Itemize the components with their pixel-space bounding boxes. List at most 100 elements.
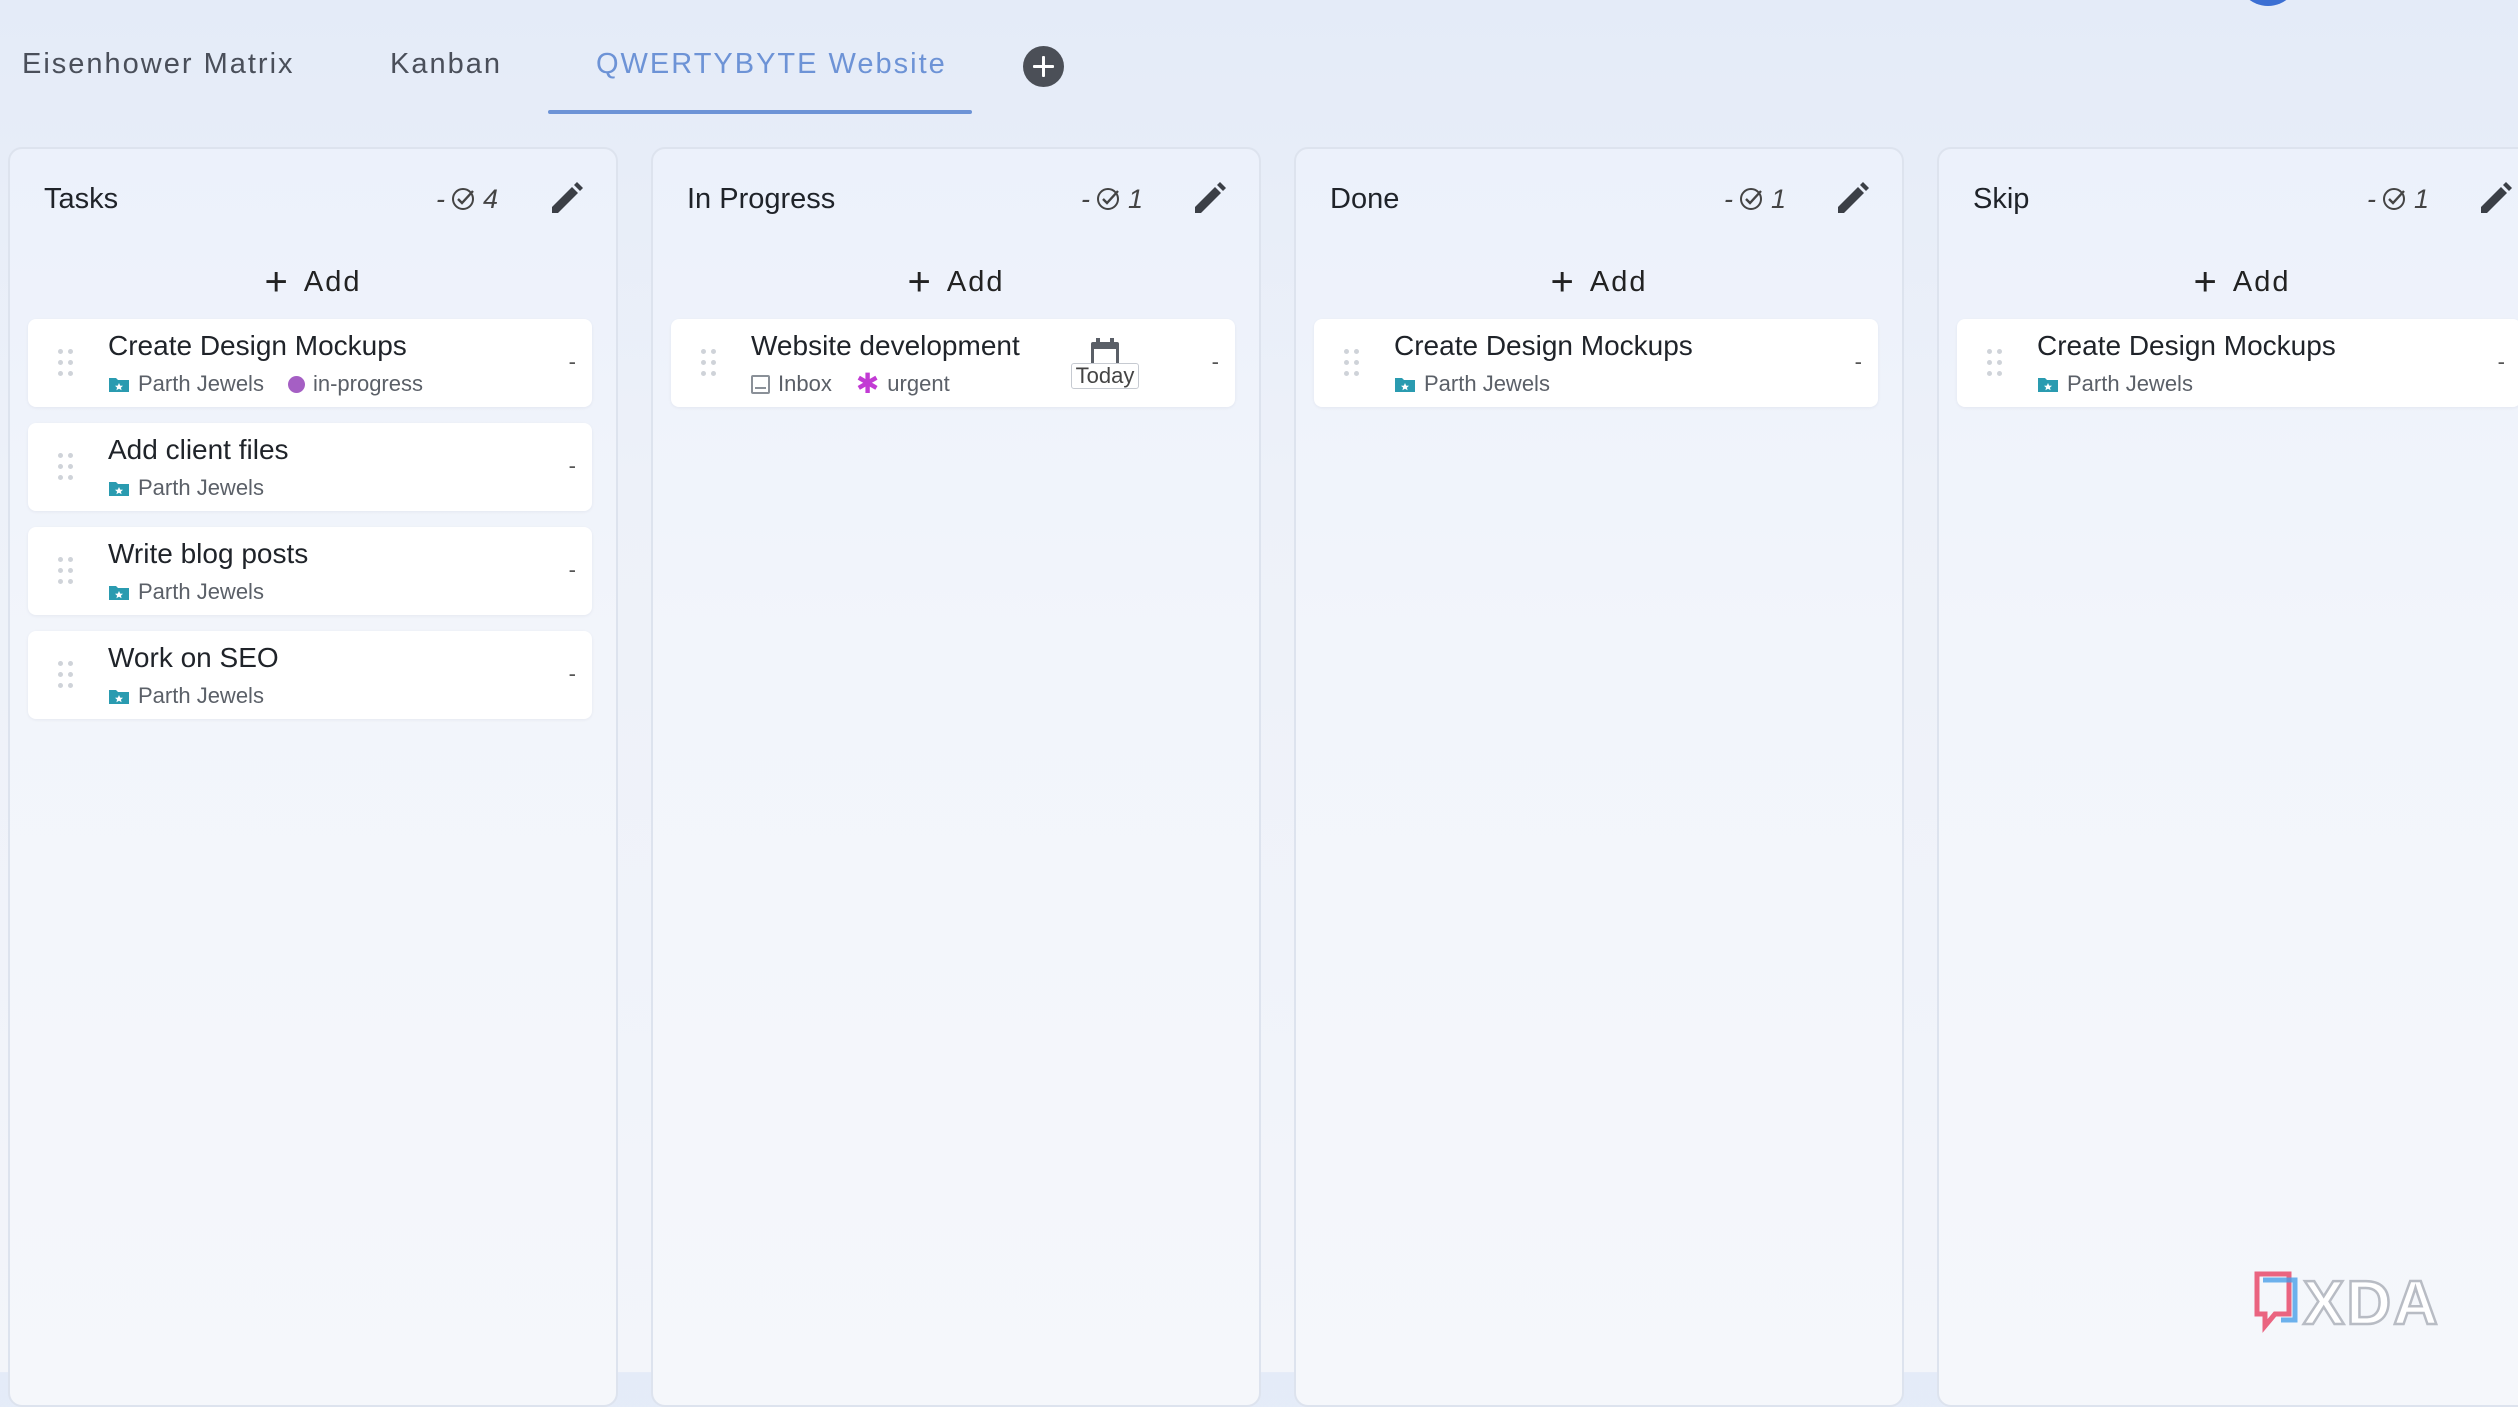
task-meta: Parth Jewels	[1394, 371, 1566, 397]
task-card[interactable]: Create Design Mockups Parth Jewels -	[1314, 319, 1878, 407]
plus-icon: +	[264, 260, 288, 304]
plus-icon: +	[1550, 260, 1574, 304]
task-card[interactable]: Work on SEO Parth Jewels -	[28, 631, 592, 719]
column-task-count: - 1	[1724, 181, 1786, 217]
column-title: Skip	[1973, 183, 2030, 215]
floating-action-button[interactable]	[2237, 0, 2299, 6]
kanban-column-skip: Skip - 1 + Add Create Design Mockups Par…	[1937, 147, 2518, 1407]
task-card[interactable]: Add client files Parth Jewels -	[28, 423, 592, 511]
tag-dot-icon	[287, 375, 305, 393]
drag-handle-icon[interactable]	[58, 557, 74, 585]
column-task-count: - 1	[2367, 181, 2429, 217]
add-task-button[interactable]: + Add	[10, 259, 616, 305]
count-prefix: -	[436, 184, 445, 214]
task-title: Create Design Mockups	[1394, 330, 1693, 361]
tag-label: urgent	[887, 371, 950, 396]
project-folder-icon	[2038, 378, 2058, 392]
plus-icon: +	[2193, 260, 2217, 304]
check-circle-icon	[2383, 188, 2405, 210]
project-name: Parth Jewels	[1424, 371, 1550, 396]
plus-icon: +	[907, 260, 931, 304]
pencil-icon[interactable]	[2475, 179, 2515, 219]
drag-handle-icon[interactable]	[58, 661, 74, 689]
svg-text:XDA: XDA	[2303, 1269, 2440, 1338]
project-name: Parth Jewels	[138, 683, 264, 708]
tab-kanban[interactable]: Kanban	[390, 42, 502, 86]
pencil-icon[interactable]	[1832, 179, 1872, 219]
add-label: Add	[2232, 265, 2291, 298]
project-name: Parth Jewels	[2067, 371, 2193, 396]
kanban-column-in-progress: In Progress - 1 + Add Website developmen…	[651, 147, 1261, 1407]
plus-circle-icon[interactable]	[1023, 46, 1064, 87]
count-value: 1	[2414, 184, 2430, 214]
project-folder-icon	[109, 378, 129, 392]
task-dash: -	[568, 453, 576, 478]
task-card[interactable]: Write blog posts Parth Jewels -	[28, 527, 592, 615]
project-folder-icon	[109, 586, 129, 600]
tag-label: in-progress	[312, 371, 423, 396]
drag-handle-icon[interactable]	[701, 349, 717, 377]
count-prefix: -	[1724, 184, 1733, 214]
task-dash: -	[2497, 349, 2505, 374]
drag-handle-icon[interactable]	[58, 453, 74, 481]
inbox-icon	[751, 374, 770, 394]
add-label: Add	[946, 265, 1005, 298]
add-task-button[interactable]: + Add	[1296, 259, 1902, 305]
task-card[interactable]: Website development Inbox ✱ urgent Today…	[671, 319, 1235, 407]
kanban-column-done: Done - 1 + Add Create Design Mockups Par…	[1294, 147, 1904, 1407]
due-date-label: Today	[1070, 363, 1140, 389]
tab-qwertybyte-website[interactable]: QWERTYBYTE Website	[596, 42, 947, 86]
add-label: Add	[303, 265, 362, 298]
xda-watermark-logo: XDA	[2254, 1268, 2440, 1339]
task-dash: -	[1211, 349, 1219, 374]
column-title: Done	[1330, 183, 1400, 215]
count-prefix: -	[1081, 184, 1090, 214]
check-circle-icon	[1097, 188, 1119, 210]
task-dash: -	[568, 557, 576, 582]
project-name: Parth Jewels	[138, 371, 264, 396]
count-value: 1	[1128, 184, 1144, 214]
column-task-count: - 1	[1081, 181, 1143, 217]
add-task-button[interactable]: + Add	[653, 259, 1259, 305]
column-title: Tasks	[44, 183, 119, 215]
kanban-column-tasks: Tasks - 4 + Add Create Design Mockups Pa…	[8, 147, 618, 1407]
task-meta: Parth Jewels	[2037, 371, 2209, 397]
count-prefix: -	[2367, 184, 2376, 214]
pencil-icon[interactable]	[546, 179, 586, 219]
project-folder-icon	[1395, 378, 1415, 392]
check-circle-icon	[1740, 188, 1762, 210]
task-title: Create Design Mockups	[2037, 330, 2336, 361]
column-task-count: - 4	[436, 181, 498, 217]
task-meta: Parth Jewels	[108, 579, 280, 605]
project-folder-icon	[109, 690, 129, 704]
task-title: Website development	[751, 330, 1020, 361]
pencil-icon[interactable]	[1189, 179, 1229, 219]
add-label: Add	[1589, 265, 1648, 298]
task-dash: -	[568, 349, 576, 374]
count-value: 1	[1771, 184, 1787, 214]
active-tab-indicator	[548, 110, 972, 114]
count-value: 4	[483, 184, 499, 214]
project-name: Parth Jewels	[138, 475, 264, 500]
task-meta: Parth Jewels	[108, 683, 280, 709]
task-card[interactable]: Create Design Mockups Parth Jewels -	[1957, 319, 2518, 407]
drag-handle-icon[interactable]	[1344, 349, 1360, 377]
project-name: Parth Jewels	[138, 579, 264, 604]
drag-handle-icon[interactable]	[58, 349, 74, 377]
task-dash: -	[1854, 349, 1862, 374]
drag-handle-icon[interactable]	[1987, 349, 2003, 377]
check-circle-icon	[452, 188, 474, 210]
task-meta: Parth Jewels	[108, 475, 280, 501]
task-dash: -	[568, 661, 576, 686]
project-name: Inbox	[778, 371, 832, 396]
task-card[interactable]: Create Design Mockups Parth Jewels in-pr…	[28, 319, 592, 407]
asterisk-icon: ✱	[855, 368, 880, 399]
task-title: Write blog posts	[108, 538, 309, 569]
add-task-button[interactable]: + Add	[1939, 259, 2518, 305]
task-title: Add client files	[108, 434, 289, 465]
tab-eisenhower-matrix[interactable]: Eisenhower Matrix	[22, 42, 295, 86]
task-meta: Parth Jewels in-progress	[108, 371, 439, 397]
task-meta: Inbox ✱ urgent	[751, 368, 966, 399]
tab-bar: Eisenhower Matrix Kanban QWERTYBYTE Webs…	[0, 0, 2518, 116]
due-date[interactable]: Today	[1066, 337, 1144, 401]
